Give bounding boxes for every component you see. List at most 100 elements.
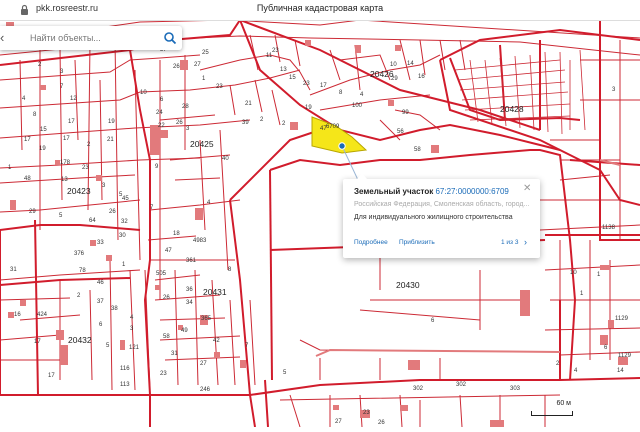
quarter-label: 20428 bbox=[500, 104, 524, 114]
parcel-label: 58 bbox=[414, 147, 421, 153]
parcel-label: 100 bbox=[352, 103, 363, 109]
cadastral-map[interactable]: 2042420425204262042820423204312043020432… bbox=[0, 19, 640, 428]
parcel-label: 37 bbox=[97, 299, 104, 305]
map-canvas[interactable]: 2042420425204262042820423204312043020432… bbox=[0, 19, 640, 428]
parcel-label: 26 bbox=[176, 120, 183, 126]
parcel-label: 6 bbox=[604, 345, 608, 351]
browser-address-bar[interactable]: pkk.rosreestr.ru Публичная кадастровая к… bbox=[0, 0, 640, 21]
parcel-label: 14 bbox=[617, 368, 624, 374]
parcel-label: 1 bbox=[122, 262, 126, 268]
parcel-label: 56 bbox=[397, 129, 404, 135]
search-icon[interactable] bbox=[163, 31, 177, 45]
parcel-label: 23 bbox=[216, 84, 223, 90]
popup-pointer bbox=[357, 173, 367, 179]
parcel-label: 64 bbox=[89, 218, 96, 224]
parcel-label: 8 bbox=[33, 112, 37, 118]
parcel-label: 26 bbox=[378, 420, 385, 426]
parcel-label: 17 bbox=[34, 339, 41, 345]
parcel-label: 5 bbox=[283, 370, 287, 376]
cadastral-number[interactable]: 67:27:0000000:6709 bbox=[435, 187, 508, 196]
parcel-label: 3 bbox=[612, 87, 616, 93]
parcel-label: 246 bbox=[200, 387, 211, 393]
parcel-label: 24 bbox=[156, 110, 163, 116]
parcel-label: 18 bbox=[173, 231, 180, 237]
parcel-label: 505 bbox=[156, 271, 167, 277]
parcel-label: 6 bbox=[431, 318, 435, 324]
parcel-label: 3 bbox=[60, 69, 64, 75]
parcel-label: 45 bbox=[122, 196, 129, 202]
parcel-label: 14 bbox=[407, 61, 414, 67]
selected-marker bbox=[338, 142, 346, 150]
parcel-label: 13 bbox=[280, 67, 287, 73]
parcel-info-popup[interactable]: Земельный участок 67:27:0000000:6709 ✕ Р… bbox=[343, 173, 540, 258]
parcel-label: 19 bbox=[305, 105, 312, 111]
chevron-right-icon[interactable]: › bbox=[524, 237, 527, 247]
parcel-label: 17 bbox=[63, 136, 70, 142]
parcel-label: 40 bbox=[222, 156, 229, 162]
parcel-label: 178 bbox=[60, 160, 71, 166]
parcel-label: 2 bbox=[87, 142, 91, 148]
parcel-label: 42 bbox=[213, 338, 220, 344]
close-icon[interactable]: ✕ bbox=[523, 183, 531, 194]
parcel-label: 376 bbox=[74, 251, 85, 257]
parcel-label: 49 bbox=[181, 328, 188, 334]
parcel-label: 34 bbox=[186, 300, 193, 306]
parcel-label: 361 bbox=[186, 258, 197, 264]
parcel-label: 2 bbox=[38, 62, 42, 68]
parcel-label: 23 bbox=[160, 371, 167, 377]
parcel-label: 17 bbox=[68, 119, 75, 125]
parcel-label: 113 bbox=[120, 382, 130, 388]
parcel-label: 19 bbox=[39, 146, 46, 152]
parcel-label: 29 bbox=[391, 76, 398, 82]
parcel-label: 4 bbox=[130, 315, 134, 321]
zoom-in-link[interactable]: Приблизить bbox=[399, 239, 435, 246]
parcel-label: 15 bbox=[40, 127, 47, 133]
parcel-label: 6 bbox=[99, 322, 103, 328]
parcel-label: 3 bbox=[130, 326, 134, 332]
parcel-label: 1138 bbox=[602, 225, 616, 231]
parcel-label: 27 bbox=[194, 62, 201, 68]
parcel-label: 1 bbox=[597, 272, 601, 278]
parcel-label: 28 bbox=[182, 104, 189, 110]
parcel-label: 1 bbox=[8, 165, 12, 171]
parcel-label: 5 bbox=[106, 343, 110, 349]
parcel-label: 19 bbox=[108, 119, 115, 125]
parcel-label: 1129 bbox=[615, 316, 629, 322]
parcel-label: 17 bbox=[48, 373, 55, 379]
parcel-label: 36 bbox=[186, 287, 193, 293]
parcel-label: 2 bbox=[260, 117, 264, 123]
parcel-label: 1 bbox=[580, 291, 584, 297]
page-title: Публичная кадастровая карта bbox=[256, 3, 384, 13]
popup-usage: Для индивидуального жилищного строительс… bbox=[354, 214, 513, 221]
more-details-link[interactable]: Подробнее bbox=[354, 239, 388, 246]
parcel-label: 27 bbox=[200, 361, 207, 367]
quarter-label: 20425 bbox=[190, 139, 214, 149]
parcel-label: 58 bbox=[163, 334, 170, 340]
search-box[interactable]: ‹ bbox=[0, 26, 182, 50]
chevron-left-icon[interactable]: ‹ bbox=[0, 30, 4, 45]
parcel-label: 4983 bbox=[193, 238, 207, 244]
parcel-label: 302 bbox=[413, 386, 424, 392]
parcel-label: 17 bbox=[24, 137, 31, 143]
parcel-label: 4 bbox=[207, 200, 211, 206]
popup-title: Земельный участок 67:27:0000000:6709 bbox=[354, 187, 509, 196]
parcel-label: 6 bbox=[160, 97, 164, 103]
parcel-label: 16 bbox=[418, 74, 425, 80]
parcel-label: 26 bbox=[109, 209, 116, 215]
parcel-label: 4 bbox=[360, 92, 364, 98]
parcel-label: 302 bbox=[456, 382, 467, 388]
parcel-label: 47 bbox=[165, 248, 172, 254]
parcel-label: 303 bbox=[510, 386, 521, 392]
parcel-label: 27 bbox=[335, 419, 342, 425]
parcel-label: 23 bbox=[82, 165, 89, 171]
parcel-label: 4 bbox=[22, 96, 26, 102]
parcel-label: 16 bbox=[14, 312, 21, 318]
parcel-label: 22 bbox=[158, 123, 165, 129]
parcel-label: 10 bbox=[140, 90, 147, 96]
parcel-label: 38 bbox=[111, 306, 118, 312]
parcel-label: 32 bbox=[121, 219, 128, 225]
parcel-label: 78 bbox=[79, 268, 86, 274]
search-input[interactable] bbox=[30, 30, 150, 45]
parcel-label: 23 bbox=[303, 81, 310, 87]
parcel-label: 2 bbox=[282, 121, 286, 127]
